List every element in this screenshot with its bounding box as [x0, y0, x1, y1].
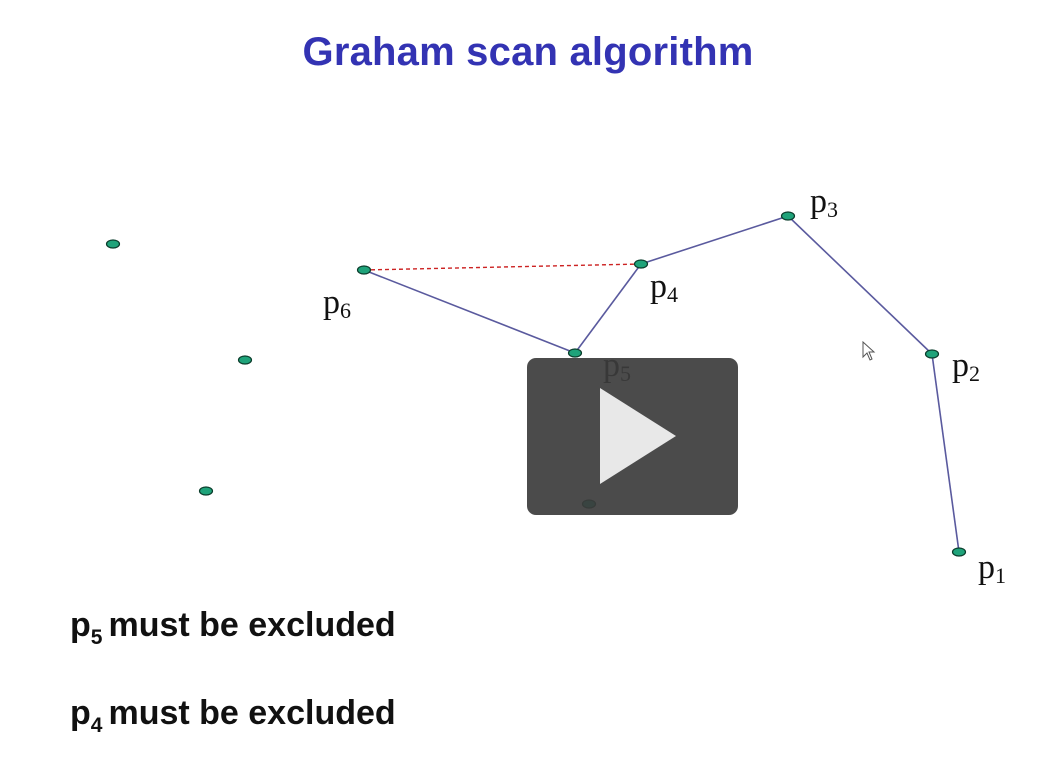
note-p4-excluded: p4 must be excluded [70, 694, 396, 737]
note-text: must be excluded [108, 606, 396, 644]
edge-p2-p3 [787, 215, 933, 355]
note-symbol: p [70, 694, 91, 732]
label-p4: p4 [650, 268, 678, 307]
note-text: must be excluded [108, 694, 396, 732]
note-p5-excluded: p5 must be excluded [70, 606, 396, 649]
point [105, 239, 121, 249]
point-p2 [924, 349, 940, 359]
label-p3: p3 [810, 183, 838, 222]
slide: Graham scan algorithm p1 p2 p3 p4 p5 p6 [0, 0, 1056, 769]
point-p1 [951, 547, 967, 557]
edge-p3-p4 [640, 215, 789, 265]
point-p5 [567, 348, 583, 358]
edge-p5-p6 [363, 269, 576, 354]
dashed-edge-p6-p4 [363, 263, 642, 271]
note-symbol: p [70, 606, 91, 644]
point [237, 355, 253, 365]
label-p6: p6 [323, 284, 351, 323]
point-p4 [633, 259, 649, 269]
mouse-cursor-icon [862, 341, 876, 361]
edge-p4-p5 [574, 263, 642, 354]
point-p6 [356, 265, 372, 275]
label-p1: p1 [978, 549, 1006, 588]
note-subscript: 5 [90, 626, 103, 649]
note-subscript: 4 [90, 714, 103, 737]
point [198, 486, 214, 496]
play-icon [600, 388, 676, 484]
label-p2: p2 [952, 347, 980, 386]
point-p3 [780, 211, 796, 221]
video-play-button[interactable] [527, 358, 738, 515]
